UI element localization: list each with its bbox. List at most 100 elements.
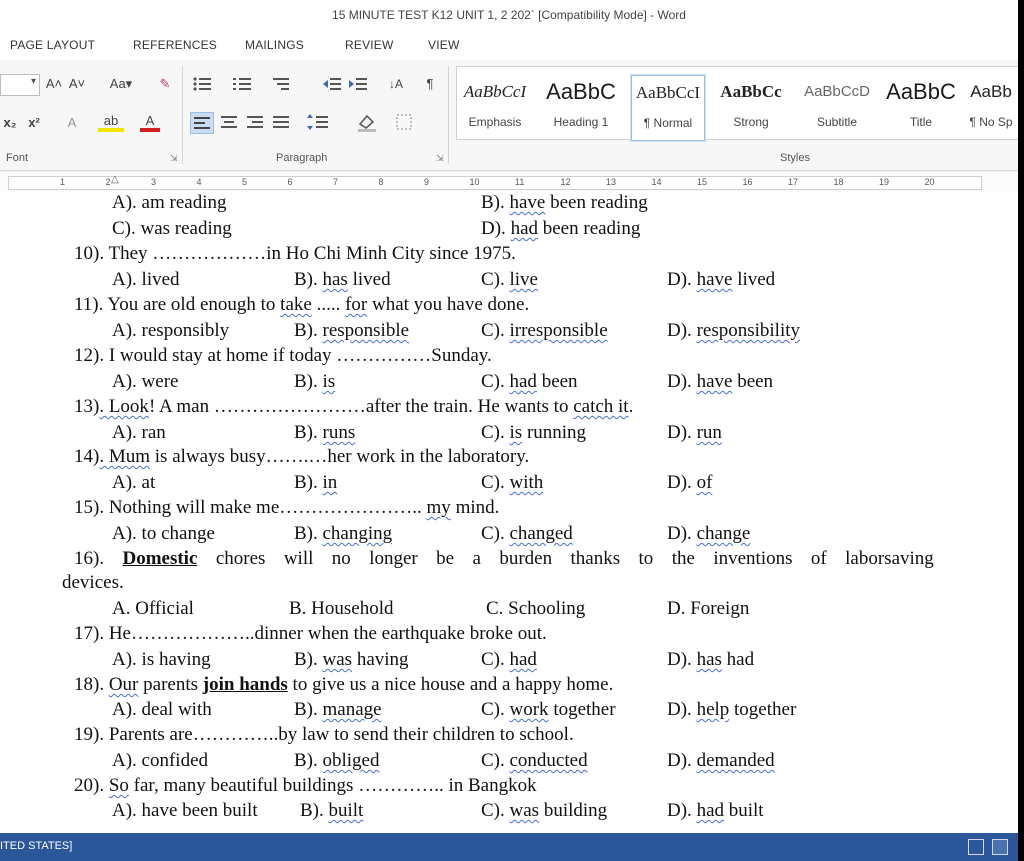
q11-option-b: B). responsible bbox=[294, 320, 409, 342]
q10-option-c: C). live bbox=[481, 269, 538, 291]
align-right-icon[interactable] bbox=[244, 112, 266, 132]
stem-word: be bbox=[436, 548, 455, 569]
style-emphasis[interactable]: AaBbCcI Emphasis bbox=[459, 75, 531, 139]
line-spacing-icon[interactable] bbox=[306, 112, 330, 132]
paragraph-group-label: Paragraph bbox=[276, 152, 328, 164]
justify-icon[interactable] bbox=[270, 112, 292, 132]
target-phrase: join hands bbox=[202, 674, 288, 695]
tab-view[interactable]: VIEW bbox=[428, 38, 459, 52]
style-name: Strong bbox=[733, 115, 769, 129]
spell-flag: changed bbox=[509, 523, 573, 544]
change-case-button[interactable]: Aa▾ bbox=[104, 73, 138, 95]
spell-flag: has bbox=[696, 649, 722, 670]
font-color-button[interactable]: A bbox=[140, 112, 160, 132]
shading-icon[interactable] bbox=[356, 112, 380, 132]
style-heading-1[interactable]: AaBbC Heading 1 bbox=[545, 75, 617, 139]
ribbon-tabs: PAGE LAYOUT REFERENCES MAILINGS REVIEW V… bbox=[0, 32, 1018, 60]
q12-option-a: A). were bbox=[112, 371, 179, 392]
style-preview: AaBbC bbox=[546, 79, 616, 104]
spell-flag: in bbox=[322, 472, 338, 493]
ruler-number: 8 bbox=[378, 177, 384, 187]
spell-flag: So bbox=[108, 775, 129, 796]
style-no-spacing[interactable]: AaBb ¶ No Sp bbox=[965, 75, 1017, 139]
tab-review[interactable]: REVIEW bbox=[345, 38, 394, 52]
font-size-dropdown[interactable]: ▾ bbox=[0, 74, 40, 96]
language-indicator[interactable]: ITED STATES] bbox=[0, 840, 72, 852]
option-prefix: C). bbox=[481, 371, 510, 392]
separator bbox=[448, 66, 449, 164]
spell-flag: was bbox=[509, 800, 540, 821]
align-center-icon[interactable] bbox=[218, 112, 240, 132]
multilevel-list-icon[interactable] bbox=[272, 76, 292, 92]
stem-text: 11). You are old enough to bbox=[74, 294, 281, 315]
align-left-icon[interactable] bbox=[190, 112, 214, 134]
q11-stem: 11). You are old enough to take ..... fo… bbox=[74, 294, 529, 316]
spell-flag: for bbox=[345, 294, 368, 315]
ruler-number: 3 bbox=[151, 177, 157, 187]
spell-flag: had bbox=[509, 371, 537, 392]
document-page[interactable]: A). am reading B). have been reading C).… bbox=[0, 192, 1018, 833]
tab-page-layout[interactable]: PAGE LAYOUT bbox=[10, 38, 95, 52]
q13-option-a: A). ran bbox=[112, 422, 166, 443]
subscript-button[interactable]: x₂ bbox=[0, 112, 20, 134]
sort-icon[interactable]: ↓A bbox=[384, 73, 408, 95]
option-prefix: B). bbox=[294, 649, 323, 670]
spell-flag: have bbox=[696, 371, 733, 392]
stem-word: chores bbox=[215, 548, 266, 569]
q15-option-c: C). changed bbox=[481, 523, 573, 545]
increase-indent-icon[interactable] bbox=[348, 76, 368, 92]
q20-option-b: B). built bbox=[300, 800, 363, 822]
q18-stem: 18). Our parents join hands to give us a… bbox=[74, 674, 613, 696]
style-name: ¶ No Sp bbox=[969, 115, 1013, 129]
stem-text: is always busy…….…her work in the labora… bbox=[150, 446, 530, 467]
style-name: Emphasis bbox=[468, 115, 522, 129]
spell-flag: of bbox=[696, 472, 713, 493]
option-prefix: D). bbox=[667, 800, 697, 821]
superscript-button[interactable]: x² bbox=[24, 112, 44, 134]
option-text: been bbox=[536, 371, 578, 392]
spell-flag: had bbox=[510, 218, 538, 239]
highlight-button[interactable]: ab bbox=[98, 112, 124, 132]
ruler-number: 11 bbox=[515, 177, 525, 187]
option-prefix: B). bbox=[294, 269, 323, 290]
style-subtitle[interactable]: AaBbCcD Subtitle bbox=[801, 75, 873, 139]
grow-font-button[interactable]: A˄ bbox=[45, 73, 63, 95]
style-normal[interactable]: AaBbCcI ¶ Normal bbox=[630, 74, 706, 142]
indent-marker-icon[interactable]: △ bbox=[111, 174, 119, 185]
q12-option-d: D). have been bbox=[667, 371, 773, 393]
q9-option-d: D). had been reading bbox=[481, 218, 640, 240]
option-prefix: D). bbox=[667, 699, 697, 720]
shrink-font-button[interactable]: A˅ bbox=[68, 73, 86, 95]
text-effects-button[interactable]: A bbox=[62, 112, 82, 134]
style-preview: AaBbCcI bbox=[635, 83, 701, 102]
ribbon: ▾ A˄ A˅ Aa▾ ✎ x₂ x² A ab A ↓A ¶ AaBbCcI bbox=[0, 60, 1018, 171]
stem-text: 14) bbox=[74, 446, 100, 467]
horizontal-ruler[interactable]: △ 1 2 3 4 5 6 7 8 9 10 11 12 13 14 15 16 17 18 19 20 bbox=[0, 172, 1018, 192]
print-layout-icon[interactable] bbox=[992, 839, 1008, 855]
numbering-icon[interactable] bbox=[232, 76, 252, 92]
spell-flag: have bbox=[509, 192, 546, 213]
clear-formatting-button[interactable]: ✎ bbox=[155, 73, 175, 95]
bullets-icon[interactable] bbox=[192, 76, 212, 92]
style-strong[interactable]: AaBbCc Strong bbox=[715, 75, 787, 139]
question-number: 16). bbox=[74, 548, 105, 569]
borders-icon[interactable] bbox=[394, 112, 416, 132]
tab-mailings[interactable]: MAILINGS bbox=[245, 38, 304, 52]
q14-option-d: D). of bbox=[667, 472, 712, 494]
read-mode-icon[interactable] bbox=[968, 839, 984, 855]
tab-references[interactable]: REFERENCES bbox=[133, 38, 217, 52]
stem-word: the bbox=[671, 548, 695, 569]
q19-option-a: A). confided bbox=[112, 750, 209, 771]
stem-text: . bbox=[628, 396, 634, 417]
ruler-number: 16 bbox=[742, 177, 753, 187]
q17-option-d: D). has had bbox=[667, 649, 754, 671]
pilcrow-icon[interactable]: ¶ bbox=[420, 73, 440, 95]
font-dialog-launcher-icon[interactable]: ⇲ bbox=[170, 153, 178, 164]
paragraph-dialog-launcher-icon[interactable]: ⇲ bbox=[436, 153, 444, 164]
style-title[interactable]: AaBbC Title bbox=[885, 75, 957, 139]
q15-stem: 15). Nothing will make me………………….. my mi… bbox=[74, 497, 499, 519]
q14-stem: 14). Mum is always busy…….…her work in t… bbox=[74, 446, 529, 468]
decrease-indent-icon[interactable] bbox=[322, 76, 342, 92]
spell-flag: demanded bbox=[696, 750, 775, 771]
q17-option-a: A). is having bbox=[112, 649, 211, 670]
